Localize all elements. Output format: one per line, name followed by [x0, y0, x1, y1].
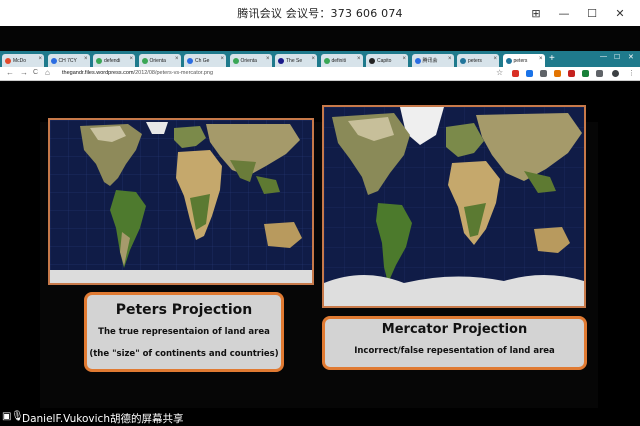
tab-favicon-icon: [323, 57, 330, 64]
address-bar[interactable]: thegandr.files.wordpress.com/2012/08/pet…: [62, 70, 213, 76]
tab-close-icon[interactable]: ×: [266, 56, 270, 62]
tab-close-icon[interactable]: ×: [175, 56, 179, 62]
tab-label: CH 7CY: [58, 57, 77, 64]
url-host: thegandr.files.wordpress.com: [62, 70, 134, 76]
tab-label: 腾讯会: [422, 58, 438, 64]
mercator-caption-line-1: Incorrect/false repesentation of land ar…: [354, 346, 555, 356]
browser-tab[interactable]: definiti ×: [320, 54, 363, 67]
browser-tab[interactable]: 腾讯会 ×: [411, 54, 454, 67]
menu-dots-icon[interactable]: ⋮: [628, 69, 635, 77]
tab-close-icon[interactable]: ×: [539, 56, 543, 62]
tab-favicon-icon: [505, 57, 512, 64]
close-button[interactable]: ✕: [606, 2, 634, 24]
tab-favicon-icon: [369, 57, 375, 64]
tab-favicon-icon: [96, 57, 102, 64]
browser-tab[interactable]: McDo ×: [2, 54, 44, 67]
peters-map-graphic: [50, 120, 312, 283]
tab-label: peters: [513, 57, 528, 64]
tab-close-icon[interactable]: ×: [129, 56, 133, 62]
window-controls: ⊞ — ☐ ✕: [522, 2, 634, 24]
screen-share-bar: ▣ 🎙 DanielF.Vukovich胡德的屏幕共享: [0, 408, 640, 426]
tab-label: Orienta: [149, 57, 166, 64]
browser-tab[interactable]: Ch Ge ×: [184, 54, 226, 67]
tab-close-icon[interactable]: ×: [448, 56, 452, 62]
tab-favicon-icon: [187, 57, 193, 64]
peters-caption-line-2: (the "size" of continents and countries): [89, 349, 279, 359]
peters-caption-title: Peters Projection: [115, 302, 253, 318]
tab-label: peters: [468, 57, 482, 64]
tab-favicon-icon: [50, 57, 57, 64]
tab-favicon-icon: [5, 57, 11, 64]
extension-icon-2[interactable]: [526, 70, 533, 77]
meeting-title-bar: 腾讯会议 会议号：373 606 074 ⊞ — ☐ ✕: [0, 0, 640, 26]
tab-label: Capito: [377, 57, 392, 64]
home-icon[interactable]: ⌂: [45, 68, 50, 77]
url-path: /2012/08/peters-vs-mercator.png: [133, 70, 214, 76]
tab-favicon-icon: [414, 57, 421, 64]
browser-tab[interactable]: peters ×: [502, 54, 545, 67]
browser-tab-strip: McDo × CH 7CY × defendi × Orienta × Ch Ge × Orient…: [0, 51, 640, 67]
bookmark-star-icon[interactable]: ☆: [496, 68, 503, 77]
tab-close-icon[interactable]: ×: [84, 56, 88, 62]
browser-close-icon[interactable]: ✕: [628, 53, 634, 61]
browser-tab[interactable]: Orienta ×: [138, 54, 181, 67]
extension-icon-4[interactable]: [554, 70, 561, 77]
extension-icon-3[interactable]: [540, 70, 547, 77]
mercator-caption-box: Mercator Projection Incorrect/false repe…: [322, 316, 587, 370]
tab-close-icon[interactable]: ×: [402, 56, 406, 62]
pin-icon[interactable]: ⊞: [522, 2, 550, 24]
tab-label: defendi: [104, 57, 121, 64]
tab-close-icon[interactable]: ×: [357, 56, 361, 62]
browser-tab[interactable]: defendi ×: [93, 54, 135, 67]
browser-tab[interactable]: The Se ×: [275, 54, 317, 67]
screen-share-label: DanielF.Vukovich胡德的屏幕共享: [22, 413, 184, 425]
tab-label: The Se: [286, 57, 303, 64]
new-tab-button[interactable]: +: [549, 53, 555, 64]
minimize-button[interactable]: —: [550, 2, 578, 24]
tab-close-icon[interactable]: ×: [38, 56, 42, 62]
mercator-caption-title: Mercator Projection: [381, 322, 528, 337]
browser-restore-icon[interactable]: ☐: [614, 53, 620, 61]
browser-tab[interactable]: peters ×: [457, 54, 499, 67]
mercator-projection-map: [322, 105, 586, 308]
browser-tab[interactable]: Orienta ×: [229, 54, 272, 67]
tab-label: Ch Ge: [195, 57, 210, 64]
tab-close-icon[interactable]: ×: [311, 56, 315, 62]
screen: 腾讯会议 会议号：373 606 074 ⊞ — ☐ ✕ McDo × CH 7CY…: [0, 0, 640, 426]
reload-icon[interactable]: C: [33, 69, 38, 76]
tab-label: definiti: [331, 57, 346, 64]
extension-icon-6[interactable]: [582, 70, 589, 77]
mercator-map-graphic: [324, 107, 584, 306]
tab-label: Orienta: [240, 57, 257, 64]
extension-icon-1[interactable]: [512, 70, 519, 77]
extension-icon-7[interactable]: [596, 70, 603, 77]
back-icon[interactable]: ←: [6, 68, 14, 77]
browser-minimize-icon[interactable]: —: [600, 53, 607, 60]
extension-icon-5[interactable]: [568, 70, 575, 77]
tab-favicon-icon: [278, 57, 284, 64]
maximize-button[interactable]: ☐: [578, 2, 606, 24]
tab-close-icon[interactable]: ×: [493, 56, 497, 62]
tab-favicon-icon: [460, 57, 466, 64]
tab-label: McDo: [13, 57, 27, 64]
browser-toolbar: ← → C ⌂ thegandr.files.wordpress.com/201…: [0, 67, 640, 81]
peters-caption-line-1: The true representaion of land area: [98, 327, 270, 337]
tab-favicon-icon: [141, 57, 148, 64]
browser-tab[interactable]: CH 7CY ×: [47, 54, 90, 67]
peters-caption-box: Peters Projection The true representaion…: [84, 292, 284, 372]
browser-tab[interactable]: Capito ×: [366, 54, 408, 67]
tab-close-icon[interactable]: ×: [220, 56, 224, 62]
forward-icon[interactable]: →: [20, 68, 28, 77]
peters-projection-map: [48, 118, 314, 285]
profile-avatar[interactable]: [612, 70, 619, 77]
tab-favicon-icon: [232, 57, 239, 64]
